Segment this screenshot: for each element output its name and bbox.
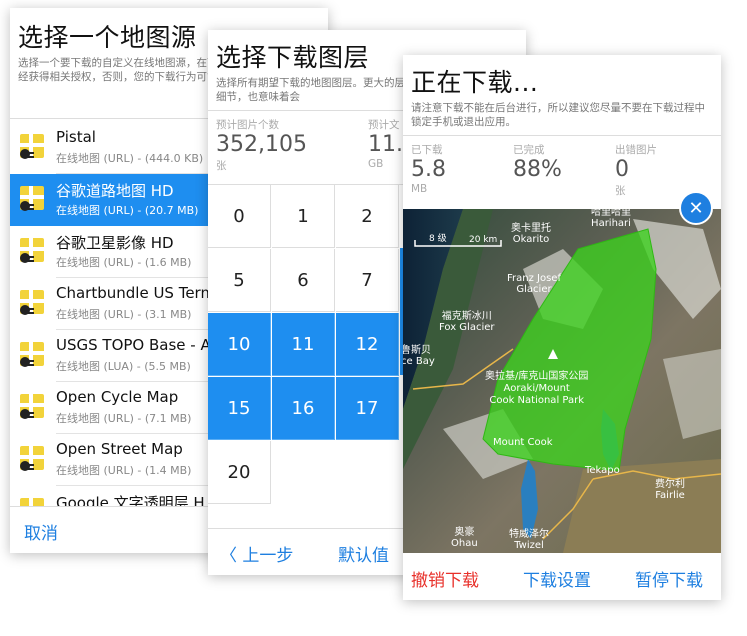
source-name: Pistal <box>56 128 96 146</box>
stat-value: 88% <box>513 157 562 182</box>
level-cell[interactable]: 0 <box>208 185 271 248</box>
pause-download-button[interactable]: 暂停下载 <box>635 566 703 591</box>
page-title: 选择一个地图源 <box>18 23 197 52</box>
source-info: 在线地图 (URL) - (3.1 MB) <box>56 308 192 321</box>
map-label-harihari: 哈里哈里 Harihari <box>591 209 631 229</box>
level-cell[interactable]: 5 <box>208 249 271 312</box>
page-title: 选择下载图层 <box>216 43 370 72</box>
level-cell-selected[interactable]: 10 <box>208 313 271 376</box>
level-cell-selected[interactable]: 11 <box>272 313 335 376</box>
source-info: 在线地图 (URL) - (20.7 MB) <box>56 204 199 217</box>
source-name: Chartbundle US Term <box>56 284 216 302</box>
stat-value: 0 <box>615 157 629 182</box>
stat-label: 预计图片个数 <box>216 119 279 131</box>
source-name: 谷歌卫星影像 HD <box>56 234 174 252</box>
level-cell[interactable]: 7 <box>336 249 399 312</box>
level-cell[interactable]: 6 <box>272 249 335 312</box>
downloading-panel: 正在下载... 请注意下载不能在后台进行，所以建议您尽量不要在下载过程中锁定手机… <box>403 55 721 600</box>
source-info: 在线地图 (URL) - (1.4 MB) <box>56 464 192 477</box>
map-label-fox-glacier: 福克斯冰川 Fox Glacier <box>439 311 495 333</box>
satellite-map[interactable]: 8 级 20 km 哈里哈里 Harihari 奥卡里托 Okarito Franz… <box>403 209 721 553</box>
close-button[interactable]: ✕ <box>679 191 713 225</box>
size-stat: 预计文 11. GB <box>368 117 403 170</box>
map-plug-icon <box>20 290 44 315</box>
map-plug-icon <box>20 342 44 367</box>
map-plug-icon <box>20 134 44 159</box>
completed-stat: 已完成 88% <box>513 142 562 183</box>
level-cell[interactable]: 1 <box>272 185 335 248</box>
level-cell-selected[interactable]: 15 <box>208 377 271 440</box>
source-info: 在线地图 (URL) - (1.6 MB) <box>56 256 192 269</box>
tile-count-stat: 预计图片个数 352,105 张 <box>216 117 307 173</box>
level-cell[interactable]: 2 <box>336 185 399 248</box>
level-cell-selected[interactable]: 16 <box>272 377 335 440</box>
stat-unit: GB <box>368 158 384 170</box>
map-label-tekapo: Tekapo <box>585 465 620 476</box>
stat-unit: 张 <box>216 160 227 172</box>
map-label-mount-cook: Mount Cook <box>493 437 553 448</box>
source-name: Open Street Map <box>56 440 183 458</box>
downloaded-stat: 已下载 5.8 MB <box>411 142 446 195</box>
map-plug-icon <box>20 446 44 471</box>
panel-description: 请注意下载不能在后台进行，所以建议您尽量不要在下载过程中锁定手机或退出应用。 <box>411 102 705 128</box>
page-title: 正在下载... <box>411 68 539 97</box>
map-plug-icon <box>20 394 44 419</box>
source-info: 在线地图 (URL) - (444.0 KB) <box>56 152 204 165</box>
map-label-twizel: 特威泽尔 Twizel <box>509 529 549 551</box>
stat-label: 出错图片 <box>615 144 657 156</box>
error-stat: 出错图片 0 张 <box>615 142 657 198</box>
map-label-fairlie: 费尔利 Fairlie <box>655 479 685 501</box>
source-name: USGS TOPO Base - A <box>56 336 211 354</box>
source-info: 在线地图 (URL) - (7.1 MB) <box>56 412 192 425</box>
map-label-bruce-bay: 鲁斯贝 ce Bay <box>403 345 435 367</box>
back-label: 上一步 <box>242 546 294 566</box>
download-settings-button[interactable]: 下载设置 <box>523 566 591 591</box>
level-cell-selected[interactable]: 12 <box>336 313 399 376</box>
divider <box>403 135 721 136</box>
scale-distance-label: 20 km <box>469 235 498 245</box>
map-label-franz-josef: Franz Josef Glacier <box>507 273 561 295</box>
map-plug-icon <box>20 186 44 211</box>
map-label-national-park: 奥拉基/库克山国家公园 Aoraki/Mount Cook National Par… <box>485 371 589 406</box>
footer-bar: 撤销下载 下载设置 暂停下载 <box>403 553 721 600</box>
level-cell[interactable]: 20 <box>208 441 271 504</box>
map-plug-icon <box>20 238 44 263</box>
stat-value: 352,105 <box>216 132 307 157</box>
stat-value: 11. <box>368 132 403 157</box>
source-info: 在线地图 (LUA) - (5.5 MB) <box>56 360 191 373</box>
stat-label: 已完成 <box>513 144 545 156</box>
source-name: Open Cycle Map <box>56 388 179 406</box>
map-label-ohau: 奥豪 Ohau <box>451 527 478 549</box>
chevron-left-icon: 〈 <box>220 546 243 566</box>
stat-unit: MB <box>411 183 428 195</box>
cancel-download-button[interactable]: 撤销下载 <box>411 566 479 591</box>
stat-unit: 张 <box>615 185 626 197</box>
map-label-okarito: 奥卡里托 Okarito <box>511 223 551 245</box>
stat-label: 预计文 <box>368 119 400 131</box>
level-cell-selected[interactable]: 17 <box>336 377 399 440</box>
cancel-button[interactable]: 取消 <box>24 519 58 544</box>
stat-value: 5.8 <box>411 157 446 182</box>
stat-label: 已下载 <box>411 144 443 156</box>
back-button[interactable]: 〈 上一步 <box>220 541 293 566</box>
scale-zoom-label: 8 级 <box>429 234 447 244</box>
close-icon: ✕ <box>688 197 704 219</box>
source-name: 谷歌道路地图 HD <box>56 182 174 200</box>
default-button[interactable]: 默认值 <box>338 541 389 566</box>
